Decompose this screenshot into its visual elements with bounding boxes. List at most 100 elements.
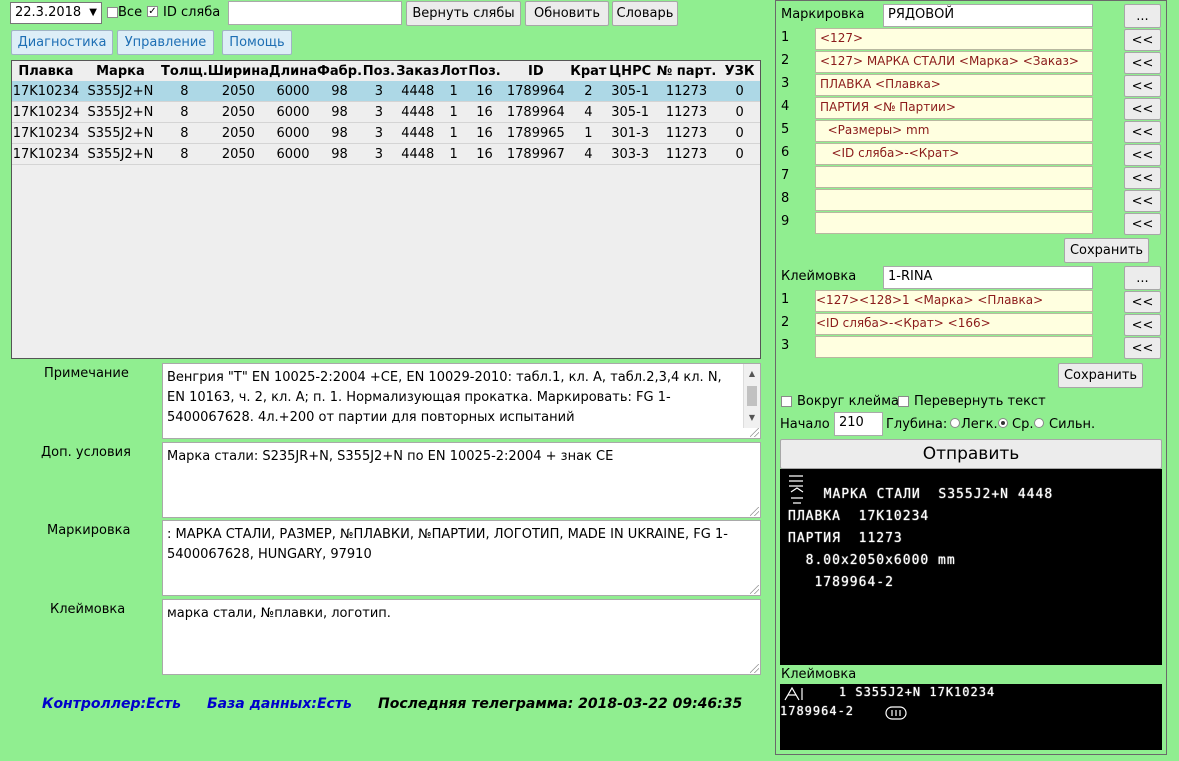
flip-text-label: Перевернуть текст [914, 394, 1046, 409]
table-cell: 16 [467, 122, 502, 144]
column-header[interactable]: Фабр. [317, 61, 362, 81]
note-text: Венгрия "T" EN 10025-2:2004 +CE, EN 1002… [167, 370, 722, 425]
resize-grip-icon[interactable] [750, 507, 759, 516]
return-slabs-button[interactable]: Вернуть слябы [406, 1, 521, 26]
marking-line-input[interactable]: <ID сляба>-<Крат> [815, 143, 1093, 165]
marking-insert-button[interactable]: << [1124, 75, 1161, 97]
refresh-button[interactable]: Обновить [525, 1, 609, 26]
depth-strong-radio[interactable] [1034, 418, 1044, 428]
column-header[interactable]: Плавка [12, 61, 80, 81]
conditions-textarea[interactable]: Марка стали: S235JR+N, S355J2+N по EN 10… [162, 442, 761, 518]
marking-line-input[interactable]: ПАРТИЯ <№ Партии> [815, 97, 1093, 119]
marking-insert-button[interactable]: << [1124, 190, 1161, 212]
start-input[interactable]: 210 [834, 412, 883, 436]
column-header[interactable]: Ширина [208, 61, 269, 81]
marking-insert-button[interactable]: << [1124, 52, 1161, 74]
stamping-insert-button[interactable]: << [1124, 291, 1161, 313]
table-row[interactable]: 17K10234 S355J2+N 8 2050 6000 98 3 4448 … [12, 101, 760, 123]
marking-line-input[interactable] [815, 212, 1093, 234]
table-cell: 17K10234 [12, 122, 80, 144]
resize-grip-icon[interactable] [750, 428, 759, 437]
column-header[interactable]: Лот [440, 61, 468, 81]
column-header[interactable]: ЦНРС [606, 61, 653, 81]
marking-line-input[interactable]: <Размеры> mm [815, 120, 1093, 142]
marking-browse-button[interactable]: ... [1124, 4, 1161, 28]
table-cell: 3 [362, 101, 396, 123]
preview-mark-line: 1789964-2 [788, 575, 894, 590]
table-row[interactable]: 17K10234 S355J2+N 8 2050 6000 98 3 4448 … [12, 143, 760, 165]
resize-grip-icon[interactable] [750, 664, 759, 673]
marking-insert-button[interactable]: << [1124, 144, 1161, 166]
date-select[interactable]: 22.3.2018 ▼ [10, 2, 102, 24]
table-cell: 305-1 [606, 101, 654, 123]
all-checkbox[interactable] [107, 7, 118, 18]
marking-insert-button[interactable]: << [1124, 167, 1161, 189]
stamp-preview-label: Клеймовка [781, 667, 857, 682]
help-button[interactable]: Помощь [222, 30, 292, 55]
controller-status: Контроллер:Есть [42, 696, 181, 712]
marking-template-input[interactable]: РЯДОВОЙ [883, 4, 1093, 27]
stamping-save-button[interactable]: Сохранить [1058, 363, 1143, 388]
stamping-template-input[interactable]: 1-RINA [883, 266, 1093, 289]
column-header[interactable]: Поз. [362, 61, 396, 81]
stamping-insert-button[interactable]: << [1124, 337, 1161, 359]
marking-insert-button[interactable]: << [1124, 29, 1161, 51]
column-header[interactable]: Толщ. [161, 61, 208, 81]
diagnostics-button[interactable]: Диагностика [11, 30, 113, 55]
around-stamp-label: Вокруг клейма [797, 394, 900, 409]
column-header[interactable]: Заказ [396, 61, 440, 81]
depth-medium-radio[interactable] [998, 418, 1008, 428]
depth-label: Глубина: [886, 417, 948, 432]
flip-text-checkbox[interactable] [898, 396, 909, 407]
column-header[interactable]: ID [501, 61, 570, 81]
depth-light-radio[interactable] [950, 418, 960, 428]
scroll-thumb[interactable] [747, 386, 757, 406]
marking-save-button[interactable]: Сохранить [1064, 238, 1149, 263]
scroll-down-icon[interactable]: ▼ [744, 408, 760, 428]
column-header[interactable]: Марка [80, 61, 161, 81]
marking-line-input[interactable]: <127> МАРКА СТАЛИ <Марка> <Заказ> [815, 51, 1093, 73]
id-checkbox[interactable]: ✓ [147, 6, 158, 17]
column-header[interactable]: Поз. [468, 61, 502, 81]
marking-line-number: 6 [781, 145, 790, 160]
column-header[interactable]: Крат [570, 61, 606, 81]
marking-line-input[interactable]: ПЛАВКА <Плавка> [815, 74, 1093, 96]
marking-insert-button[interactable]: << [1124, 121, 1161, 143]
marking-insert-button[interactable]: << [1124, 213, 1161, 235]
column-header[interactable]: № парт. [654, 61, 719, 81]
table-row[interactable]: 17K10234 S355J2+N 8 2050 6000 98 3 4448 … [12, 81, 760, 102]
stamping-line-input[interactable]: <ID сляба>-<Крат> <166> [815, 313, 1093, 335]
scroll-up-icon[interactable]: ▲ [744, 364, 760, 384]
control-button[interactable]: Управление [117, 30, 214, 55]
marking-insert-button[interactable]: << [1124, 98, 1161, 120]
scrollbar[interactable]: ▲ ▼ [743, 364, 760, 428]
stamp-logo-icon [784, 686, 803, 701]
table-row[interactable]: 17K10234 S355J2+N 8 2050 6000 98 3 4448 … [12, 122, 760, 144]
resize-grip-icon[interactable] [750, 585, 759, 594]
marking-line-number: 8 [781, 191, 790, 206]
note-textarea[interactable]: Венгрия "T" EN 10025-2:2004 +CE, EN 1002… [162, 363, 761, 439]
marking-line-input[interactable]: <127> [815, 28, 1093, 50]
column-header[interactable]: УЗК [719, 61, 760, 81]
table-cell: 8 [161, 143, 208, 165]
marking-textarea[interactable]: : МАРКА СТАЛИ, РАЗМЕР, №ПЛАВКИ, №ПАРТИИ,… [162, 520, 761, 596]
around-stamp-checkbox[interactable] [781, 396, 792, 407]
table-cell: S355J2+N [79, 101, 162, 123]
marking-line-input[interactable] [815, 166, 1093, 188]
dictionary-button[interactable]: Словарь [612, 1, 678, 26]
table-cell: 3 [362, 122, 396, 144]
stamping-browse-button[interactable]: ... [1124, 266, 1161, 290]
stamping-line-input[interactable]: <127><128>1 <Марка> <Плавка> [815, 290, 1093, 312]
column-header[interactable]: Длина [269, 61, 317, 81]
marking-line-input[interactable] [815, 189, 1093, 211]
id-input[interactable] [228, 1, 402, 25]
slab-grid: Плавка Марка Толщ. Ширина Длина Фабр. По… [12, 61, 760, 165]
marking-line-number: 7 [781, 168, 790, 183]
marking-text: : МАРКА СТАЛИ, РАЗМЕР, №ПЛАВКИ, №ПАРТИИ,… [167, 527, 728, 562]
stamping-panel-label: Клеймовка [781, 269, 857, 284]
stamping-line-input[interactable] [815, 336, 1093, 358]
stamping-insert-button[interactable]: << [1124, 314, 1161, 336]
stamping-textarea[interactable]: марка стали, №плавки, логотип. [162, 599, 761, 675]
table-cell: 16 [467, 81, 502, 102]
send-button[interactable]: Отправить [780, 439, 1162, 469]
